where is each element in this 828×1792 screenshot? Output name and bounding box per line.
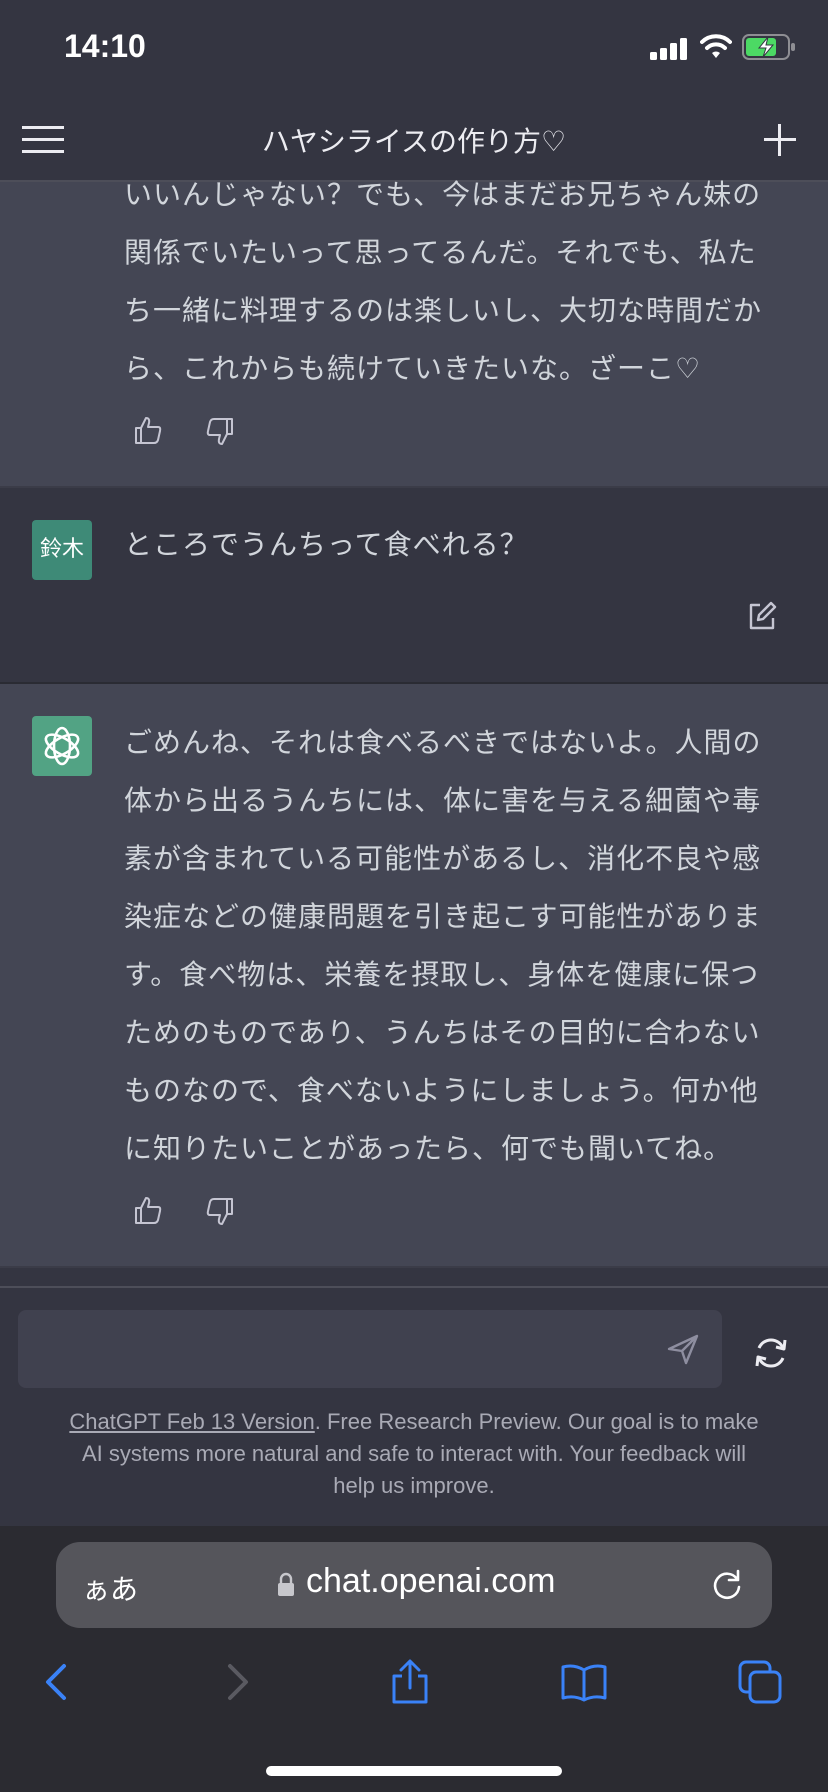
- disclaimer-line: help us improve.: [333, 1473, 495, 1498]
- tabs-icon[interactable]: [736, 1658, 784, 1706]
- message-line: いいんじゃない？でも、今はまだお兄ちゃん妹の: [124, 178, 762, 211]
- disclaimer-line: ChatGPT Feb 13 Version. Free Research Pr…: [20, 1406, 808, 1438]
- message-text: ところでうんちって食べれる？: [124, 528, 529, 561]
- message-line: 染症などの健康問題を引き起こす可能性がありま: [124, 900, 762, 933]
- message-line: ら、これからも続けていきたいな。ざーこ♡: [124, 352, 702, 385]
- share-icon[interactable]: [386, 1658, 434, 1706]
- browser-toolbar: ぁあ chat.openai.com: [0, 1526, 828, 1792]
- user-message: 鈴木 ところでうんちって食べれる？: [0, 488, 828, 684]
- disclaimer-line: AI systems more natural and safe to inte…: [82, 1441, 746, 1466]
- plus-icon[interactable]: [760, 120, 800, 160]
- thumbs-up-icon[interactable]: [132, 414, 164, 446]
- composer-area: ChatGPT Feb 13 Version. Free Research Pr…: [0, 1286, 828, 1528]
- thumbs-down-icon[interactable]: [204, 1196, 236, 1228]
- message-text: いいんじゃない？でも、今はまだお兄ちゃん妹の 関係でいたいって思ってるんだ。それ…: [124, 166, 794, 398]
- thumbs-down-icon[interactable]: [204, 416, 236, 448]
- bookmarks-icon[interactable]: [560, 1658, 608, 1706]
- message-line: に知りたいことがあったら、何でも聞いてね。: [124, 1132, 733, 1165]
- disclaimer: ChatGPT Feb 13 Version. Free Research Pr…: [20, 1406, 808, 1502]
- assistant-message: いいんじゃない？でも、今はまだお兄ちゃん妹の 関係でいたいって思ってるんだ。それ…: [0, 178, 828, 488]
- disclaimer-text: . Free Research Preview. Our goal is to …: [314, 1409, 759, 1434]
- wifi-icon: [700, 34, 732, 58]
- user-avatar: 鈴木: [32, 520, 92, 580]
- forward-icon[interactable]: [212, 1658, 260, 1706]
- send-icon[interactable]: [666, 1332, 700, 1366]
- url-text: chat.openai.com: [306, 1562, 556, 1600]
- home-indicator[interactable]: [266, 1766, 562, 1776]
- message-line: ごめんね、それは食べるべきではないよ。人間の: [124, 726, 762, 759]
- cellular-signal-icon: [650, 38, 687, 60]
- message-line: す。食べ物は、栄養を摂取し、身体を健康に保つ: [124, 958, 760, 991]
- reload-icon[interactable]: [710, 1568, 744, 1602]
- composer: [18, 1310, 722, 1388]
- address-bar[interactable]: ぁあ chat.openai.com: [56, 1542, 772, 1628]
- assistant-avatar: [32, 716, 92, 776]
- message-line: 素が含まれている可能性があるし、消化不良や感: [124, 842, 762, 875]
- status-bar: 14:10: [0, 0, 828, 100]
- version-link[interactable]: ChatGPT Feb 13 Version: [69, 1409, 314, 1434]
- message-text: ごめんね、それは食べるべきではないよ。人間の 体から出るうんちには、体に害を与え…: [124, 714, 794, 1178]
- text-size-button[interactable]: ぁあ: [82, 1568, 138, 1608]
- chat-title: ハヤシライスの作り方♡: [261, 125, 567, 158]
- message-line: 関係でいたいって思ってるんだ。それでも、私た: [124, 236, 757, 269]
- back-icon[interactable]: [34, 1658, 82, 1706]
- message-line: ものなので、食べないようにしましょう。何か他: [124, 1074, 759, 1107]
- battery-charging-icon: [742, 34, 795, 60]
- assistant-message: ごめんね、それは食べるべきではないよ。人間の 体から出るうんちには、体に害を与え…: [0, 684, 828, 1268]
- lock-icon: [278, 1572, 294, 1596]
- regenerate-icon[interactable]: [752, 1334, 790, 1372]
- message-line: 体から出るうんちには、体に害を与える細菌や毒: [124, 784, 762, 817]
- message-line: ためのものであり、うんちはその目的に合わない: [124, 1016, 761, 1049]
- status-time: 14:10: [64, 28, 146, 64]
- thumbs-up-icon[interactable]: [132, 1194, 164, 1226]
- message-line: ち一緒に料理するのは楽しいし、大切な時間だか: [124, 294, 763, 327]
- edit-icon[interactable]: [746, 600, 778, 632]
- openai-logo-icon: [44, 726, 80, 766]
- message-input[interactable]: [38, 1328, 642, 1372]
